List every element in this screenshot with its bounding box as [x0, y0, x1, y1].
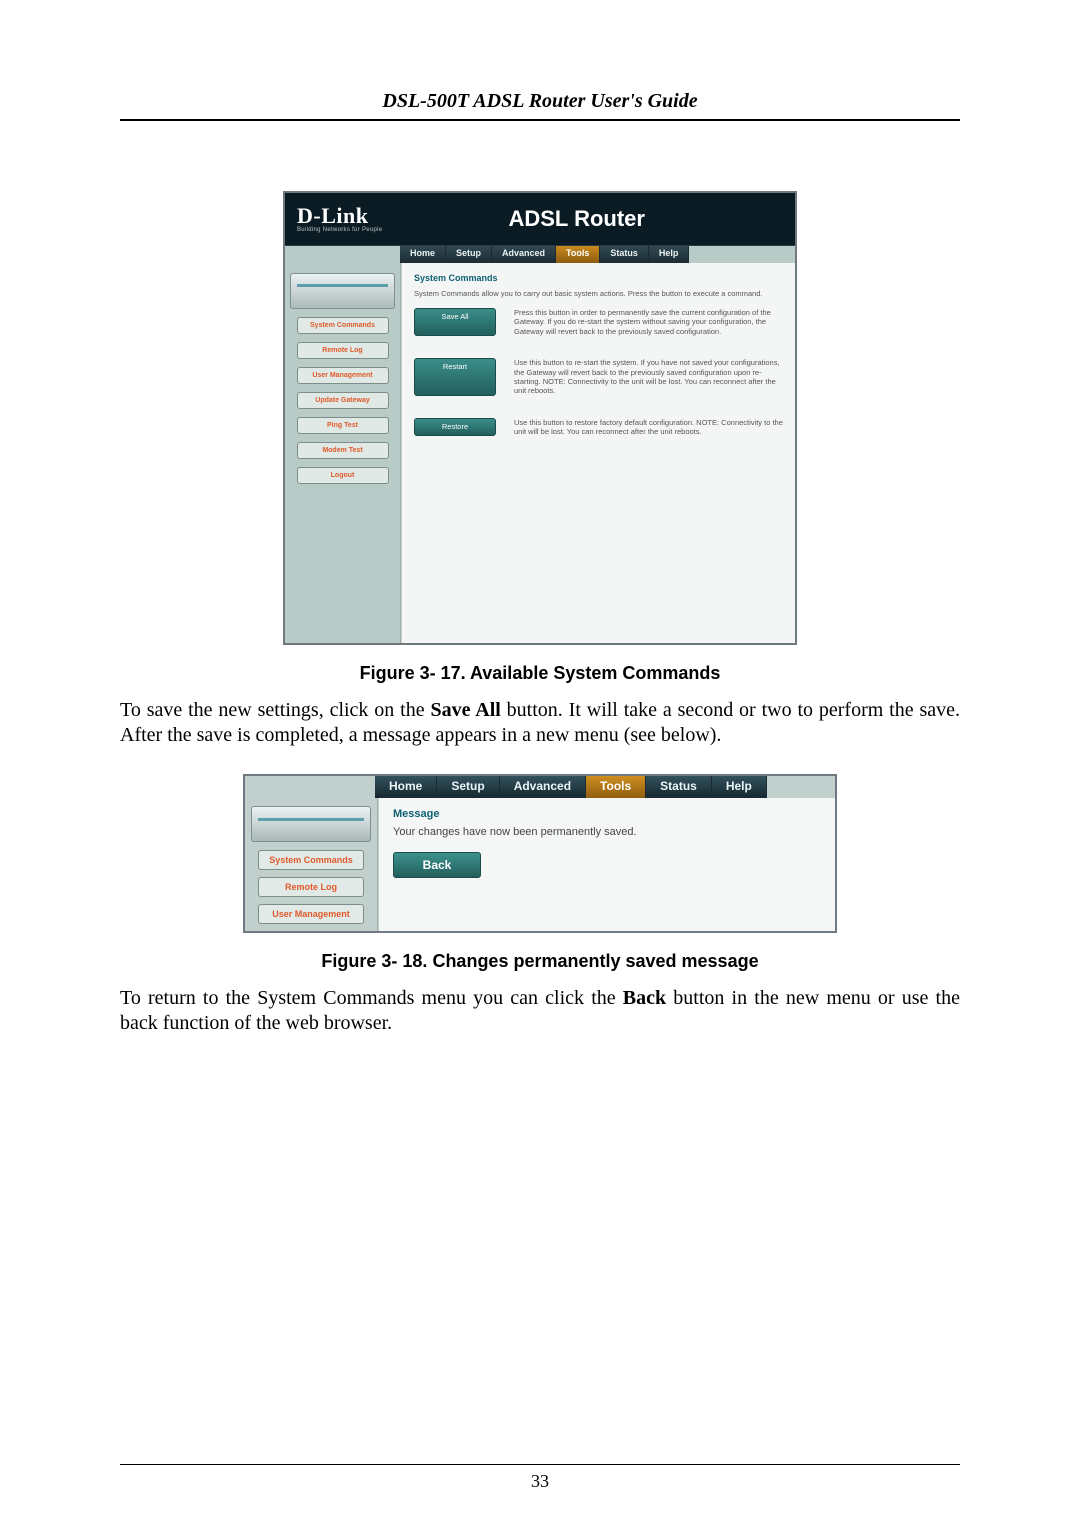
tab-status[interactable]: Status	[600, 246, 649, 263]
tab-status[interactable]: Status	[646, 776, 712, 798]
sidebar-item-system-commands[interactable]: System Commands	[258, 850, 364, 870]
message-text: Your changes have now been permanently s…	[393, 826, 821, 838]
text-fragment: To save the new settings, click on the	[120, 699, 430, 721]
sidebar-item-ping-test[interactable]: Ping Test	[297, 417, 389, 434]
tab-tools[interactable]: Tools	[556, 246, 600, 263]
tab-help[interactable]: Help	[712, 776, 767, 798]
page-number-value: 33	[531, 1471, 549, 1491]
paragraph-back-instructions: To return to the System Commands menu yo…	[120, 986, 960, 1036]
manual-page: DSL-500T ADSL Router User's Guide D-Link…	[0, 0, 1080, 1528]
sidebar-item-remote-log[interactable]: Remote Log	[297, 342, 389, 359]
figure-saved-message: Home Setup Advanced Tools Status Help Sy…	[243, 774, 837, 933]
back-button[interactable]: Back	[393, 852, 481, 878]
sidebar-item-user-management[interactable]: User Management	[297, 367, 389, 384]
product-photo	[290, 273, 395, 309]
message-title: Message	[393, 808, 821, 820]
tab-advanced[interactable]: Advanced	[492, 246, 556, 263]
tab-advanced[interactable]: Advanced	[500, 776, 586, 798]
tab-home[interactable]: Home	[400, 246, 446, 263]
brand-name: D-Link	[297, 205, 382, 227]
tab-setup[interactable]: Setup	[437, 776, 499, 798]
save-all-description: Press this button in order to permanentl…	[514, 308, 783, 336]
tab-tools[interactable]: Tools	[586, 776, 646, 798]
brand-logo: D-Link Building Networks for People	[285, 201, 394, 237]
router-header: D-Link Building Networks for People ADSL…	[285, 193, 795, 246]
sidebar-item-user-management[interactable]: User Management	[258, 904, 364, 924]
content-panel: System Commands System Commands allow yo…	[401, 263, 795, 643]
restore-button[interactable]: Restore	[414, 418, 496, 437]
bold-back: Back	[623, 987, 666, 1009]
page-number: 33	[0, 1464, 1080, 1492]
bold-save-all: Save All	[430, 699, 500, 721]
tab-setup[interactable]: Setup	[446, 246, 492, 263]
sidebar-item-system-commands[interactable]: System Commands	[297, 317, 389, 334]
restart-button[interactable]: Restart	[414, 358, 496, 396]
nav-tabs: Home Setup Advanced Tools Status Help	[375, 776, 835, 798]
figure-2-caption: Figure 3- 18. Changes permanently saved …	[120, 951, 960, 972]
command-row-restore: Restore Use this button to restore facto…	[414, 418, 783, 437]
text-fragment: To return to the System Commands menu yo…	[120, 987, 623, 1009]
save-all-button[interactable]: Save All	[414, 308, 496, 336]
sidebar-item-update-gateway[interactable]: Update Gateway	[297, 392, 389, 409]
brand-tagline: Building Networks for People	[297, 227, 382, 233]
command-row-save-all: Save All Press this button in order to p…	[414, 308, 783, 336]
running-head: DSL-500T ADSL Router User's Guide	[120, 90, 960, 121]
restart-description: Use this button to re-start the system. …	[514, 358, 783, 396]
command-row-restart: Restart Use this button to re-start the …	[414, 358, 783, 396]
router-title: ADSL Router	[394, 206, 795, 232]
product-photo	[251, 806, 371, 842]
restore-description: Use this button to restore factory defau…	[514, 418, 783, 437]
figure-system-commands: D-Link Building Networks for People ADSL…	[283, 191, 797, 645]
nav-tabs: Home Setup Advanced Tools Status Help	[400, 246, 795, 263]
section-title: System Commands	[414, 273, 783, 283]
sidebar: System Commands Remote Log User Manageme…	[245, 798, 378, 931]
sidebar-item-logout[interactable]: Logout	[297, 467, 389, 484]
tab-help[interactable]: Help	[649, 246, 690, 263]
sidebar-item-remote-log[interactable]: Remote Log	[258, 877, 364, 897]
sidebar-item-modem-test[interactable]: Modem Test	[297, 442, 389, 459]
figure-1-caption: Figure 3- 17. Available System Commands	[120, 663, 960, 684]
tab-home[interactable]: Home	[375, 776, 437, 798]
section-intro: System Commands allow you to carry out b…	[414, 289, 783, 298]
content-panel: Message Your changes have now been perma…	[378, 798, 835, 931]
paragraph-save-instructions: To save the new settings, click on the S…	[120, 698, 960, 748]
sidebar: System Commands Remote Log User Manageme…	[285, 263, 401, 643]
